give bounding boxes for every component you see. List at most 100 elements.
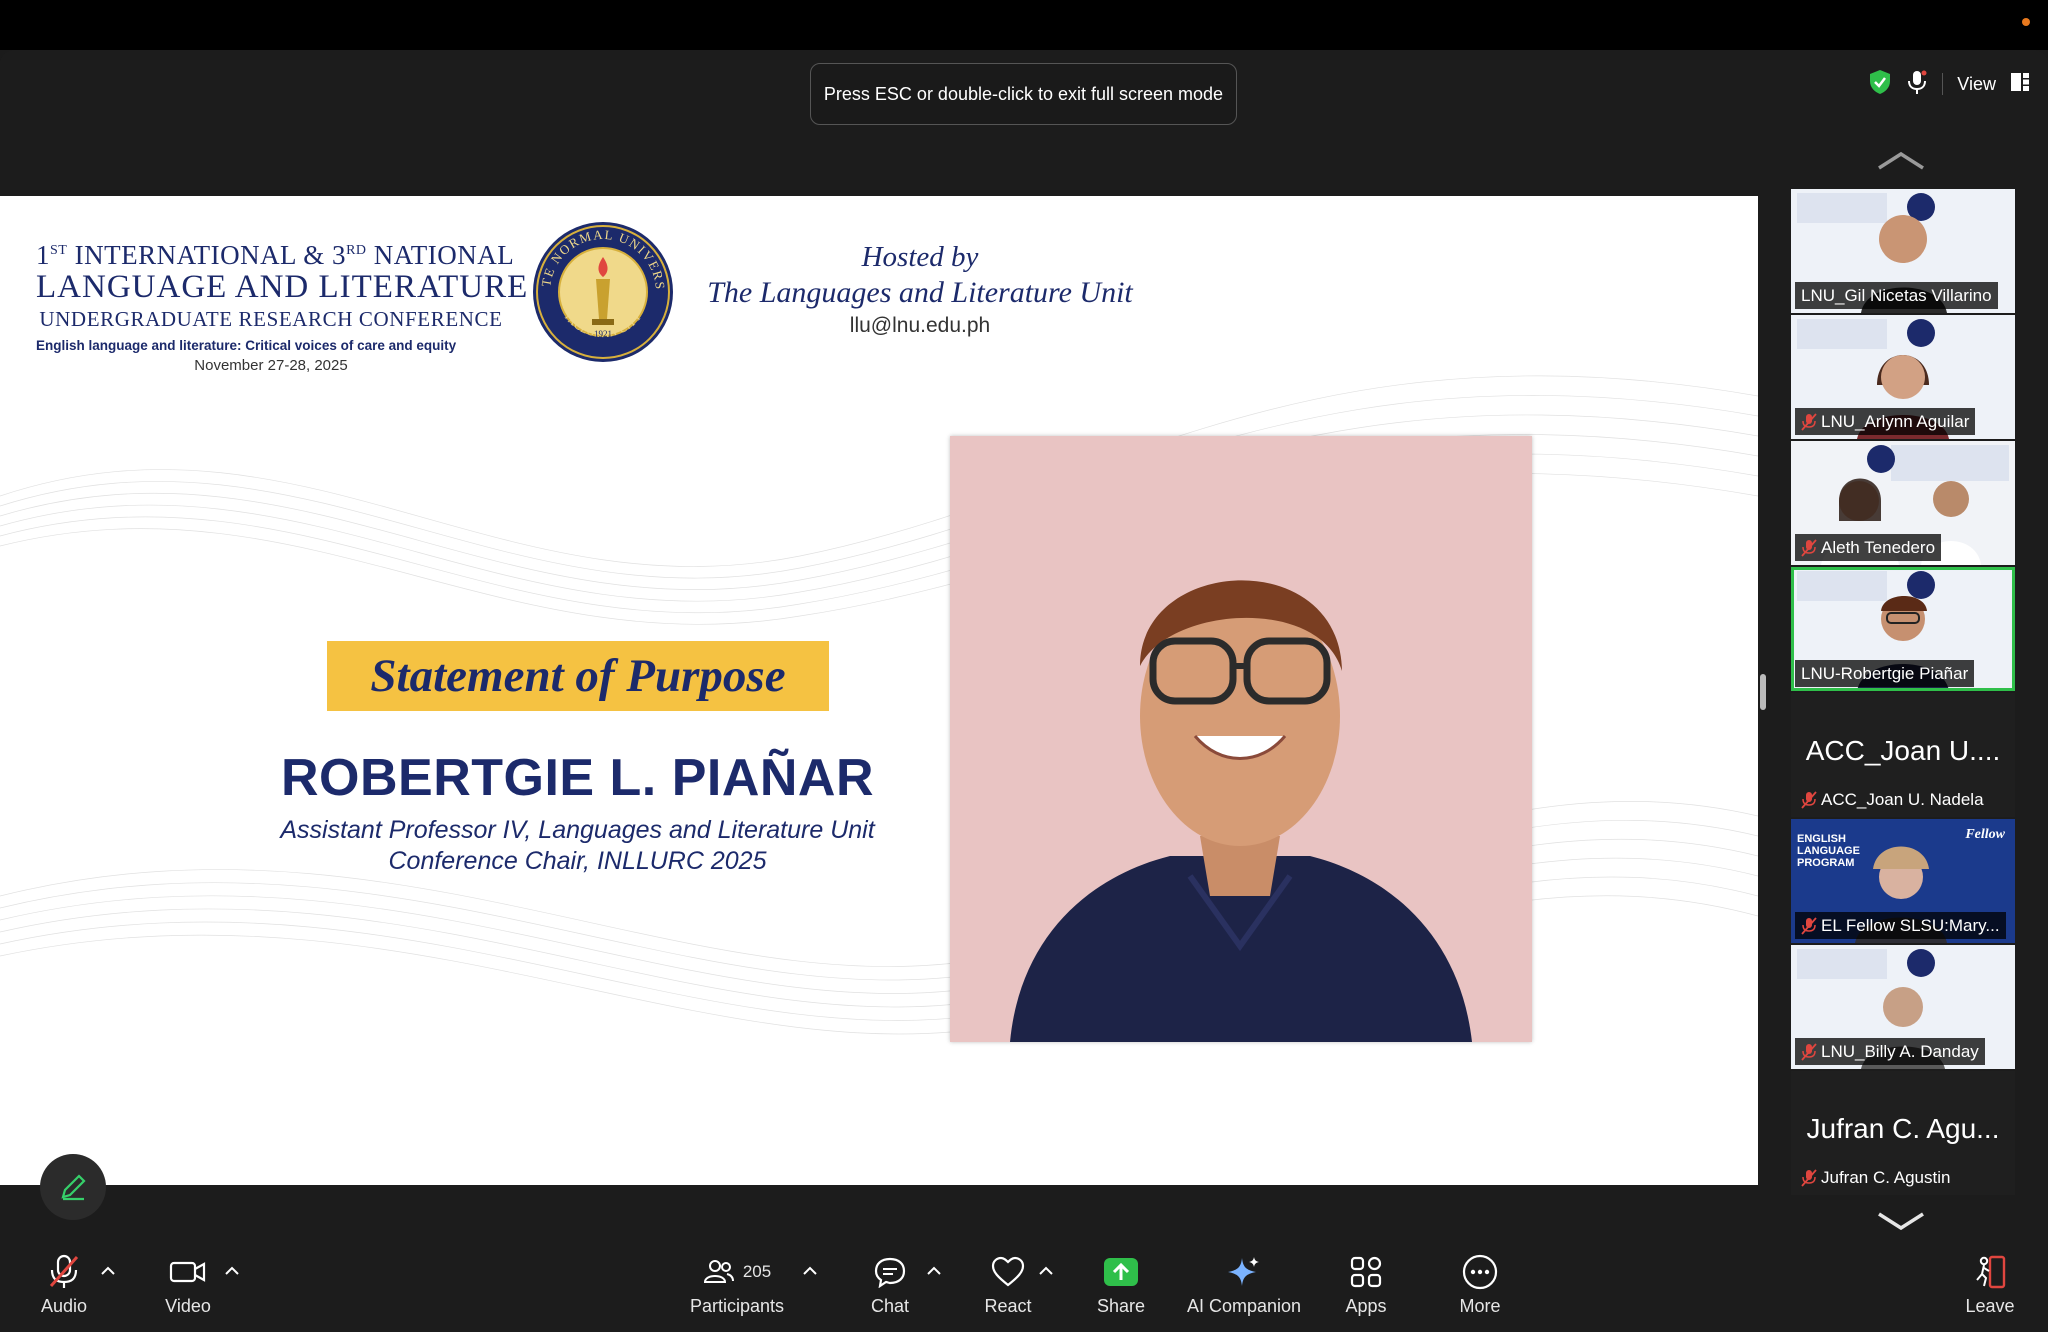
apps-label: Apps xyxy=(1345,1296,1387,1316)
leave-door-icon xyxy=(1976,1255,2006,1289)
ai-companion-button[interactable]: AI Companion xyxy=(1184,1252,1304,1328)
meeting-toolbar: Audio Video 205 Participants Chat React … xyxy=(0,1230,2048,1332)
conference-date: November 27-28, 2025 xyxy=(194,357,348,374)
window-top-strip xyxy=(0,0,2048,50)
pencil-icon xyxy=(61,1174,86,1201)
speaker-portrait-photo xyxy=(950,436,1532,1042)
hosted-by-block: Hosted by The Languages and Literature U… xyxy=(690,241,1150,338)
participant-name-label: EL Fellow SLSU:Mary... xyxy=(1795,912,2006,939)
mic-muted-icon xyxy=(1801,412,1817,431)
chat-bubble-icon xyxy=(874,1257,906,1288)
video-button[interactable]: Video xyxy=(158,1252,218,1328)
divider xyxy=(1942,73,1944,95)
fellow-badge: Fellow xyxy=(1965,827,2005,842)
conference-theme: English language and literature: Critica… xyxy=(36,338,457,353)
participants-icon xyxy=(703,1260,734,1283)
participant-name-label: LNU_Arlynn Aguilar xyxy=(1795,408,1976,435)
conference-title-line1: 1ST INTERNATIONAL & 3RD NATIONAL xyxy=(36,240,514,271)
conference-title-line3: UNDERGRADUATE RESEARCH CONFERENCE xyxy=(39,307,503,331)
participant-name-label: LNU_Gil Nicetas Villarino xyxy=(1795,282,1998,309)
participant-tile-video-off[interactable]: ACC_Joan U.... ACC_Joan U. Nadela xyxy=(1791,693,2015,817)
conference-title-block: 1ST INTERNATIONAL & 3RD NATIONAL LANGUAG… xyxy=(36,240,529,374)
participant-tile-active-speaker[interactable]: LNU-Robertgie Piañar xyxy=(1791,567,2015,691)
share-label: Share xyxy=(1096,1296,1146,1316)
leave-button[interactable]: Leave xyxy=(1960,1252,2020,1328)
hosted-by-label: Hosted by xyxy=(861,241,979,273)
security-shield-icon[interactable] xyxy=(1868,69,1892,100)
more-label: More xyxy=(1459,1296,1501,1316)
more-dots-icon xyxy=(1462,1254,1498,1290)
view-button-label[interactable]: View xyxy=(1957,74,1996,95)
participants-options-caret-icon[interactable] xyxy=(800,1264,820,1278)
participants-label: Participants xyxy=(689,1296,785,1316)
apps-grid-icon xyxy=(1350,1256,1382,1288)
share-button[interactable]: Share xyxy=(1090,1252,1152,1328)
ai-companion-label: AI Companion xyxy=(1186,1296,1302,1316)
audio-label: Audio xyxy=(40,1296,88,1316)
fellow-program-text: ENGLISH LANGUAGE PROGRAM xyxy=(1797,833,1860,869)
mic-status-icon[interactable] xyxy=(1906,69,1928,100)
chat-button[interactable]: Chat xyxy=(860,1252,920,1328)
university-seal-logo: LEYTE NORMAL UNIVERSITY TACLOBAN CITY 19… xyxy=(532,221,673,362)
video-label: Video xyxy=(165,1296,211,1316)
participant-tile[interactable]: ENGLISH LANGUAGE PROGRAM Fellow EL Fellow … xyxy=(1791,819,2015,943)
share-screen-icon xyxy=(1104,1258,1138,1286)
chat-label: Chat xyxy=(870,1296,910,1316)
participant-tile[interactable]: LNU_Arlynn Aguilar xyxy=(1791,315,2015,439)
participant-name-label: Aleth Tenedero xyxy=(1795,534,1942,561)
view-layout-icon[interactable] xyxy=(2010,72,2030,97)
participant-tile[interactable]: LNU_Gil Nicetas Villarino xyxy=(1791,189,2015,313)
speaker-role-line2: Conference Chair, INLLURC 2025 xyxy=(388,847,767,875)
audio-button[interactable]: Audio xyxy=(34,1252,94,1328)
audio-options-caret-icon[interactable] xyxy=(98,1264,118,1278)
top-right-controls: View xyxy=(1868,69,2030,100)
more-button[interactable]: More xyxy=(1450,1252,1510,1328)
participant-display-name: ACC_Joan U.... xyxy=(1805,735,2001,766)
conf-line1-sup1: ST xyxy=(50,243,68,258)
window-indicator-dot xyxy=(2022,18,2030,26)
participant-name-label: Jufran C. Agustin xyxy=(1795,1164,1956,1191)
mic-muted-icon xyxy=(1801,1042,1817,1061)
participant-name-label: ACC_Joan U. Nadela xyxy=(1795,786,1990,813)
chevron-down-icon xyxy=(1878,1212,1924,1231)
conf-line1-part-b: INTERNATIONAL & 3 xyxy=(67,240,347,270)
participant-name-label: LNU_Billy A. Danday xyxy=(1795,1038,1985,1065)
mic-muted-icon xyxy=(1801,538,1817,557)
strip-scroll-up-button[interactable] xyxy=(1876,148,1926,172)
chat-options-caret-icon[interactable] xyxy=(924,1264,944,1278)
participants-button[interactable]: 205 Participants xyxy=(680,1252,794,1328)
speaker-name: ROBERTGIE L. PIAÑAR xyxy=(280,749,875,807)
mic-muted-icon xyxy=(1801,916,1817,935)
video-options-caret-icon[interactable] xyxy=(222,1264,242,1278)
participant-tile-video-off[interactable]: Jufran C. Agu... Jufran C. Agustin xyxy=(1791,1071,2015,1195)
statement-of-purpose-banner: Statement of Purpose xyxy=(327,641,829,711)
speaker-role-line1: Assistant Professor IV, Languages and Li… xyxy=(280,816,875,844)
heart-icon xyxy=(991,1256,1025,1287)
conference-title-line2: LANGUAGE AND LITERATURE xyxy=(36,269,529,305)
mic-muted-icon xyxy=(1801,790,1817,809)
react-label: React xyxy=(984,1296,1032,1316)
participant-tile[interactable]: LNU_Billy A. Danday xyxy=(1791,945,2015,1069)
hosted-unit-name: The Languages and Literature Unit xyxy=(707,276,1133,309)
mic-muted-icon xyxy=(1801,1168,1817,1187)
participant-display-name: Jufran C. Agu... xyxy=(1806,1113,2000,1144)
leave-label: Leave xyxy=(1965,1296,2015,1316)
participant-name-label: LNU-Robertgie Piañar xyxy=(1795,660,1975,687)
chevron-up-icon xyxy=(1878,151,1924,170)
conf-line1-sup2: RD xyxy=(346,243,367,258)
conf-line1-part-a: 1 xyxy=(36,240,50,270)
react-button[interactable]: React xyxy=(978,1252,1038,1328)
strip-resize-handle[interactable] xyxy=(1760,674,1766,710)
participant-count: 205 xyxy=(742,1262,772,1281)
zoom-window: Press ESC or double-click to exit full s… xyxy=(0,0,2048,1332)
svg-text:1921: 1921 xyxy=(594,329,612,339)
annotate-button[interactable] xyxy=(40,1154,106,1220)
participant-tile[interactable]: Aleth Tenedero xyxy=(1791,441,2015,565)
fullscreen-exit-banner: Press ESC or double-click to exit full s… xyxy=(810,63,1237,125)
ai-sparkle-icon xyxy=(1228,1257,1259,1286)
video-camera-icon xyxy=(169,1261,206,1283)
conf-line1-part-c: NATIONAL xyxy=(366,240,515,270)
react-options-caret-icon[interactable] xyxy=(1036,1264,1056,1278)
hosted-email: llu@lnu.edu.ph xyxy=(849,314,991,337)
apps-button[interactable]: Apps xyxy=(1336,1252,1396,1328)
